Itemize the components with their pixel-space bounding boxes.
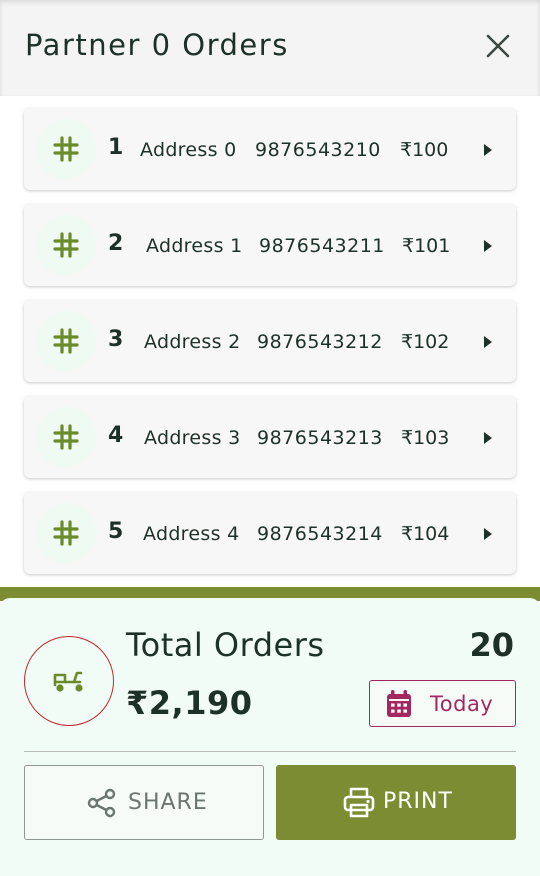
- share-label: SHARE: [128, 790, 208, 815]
- orders-list: 1 Address 0 9876543210 ₹100 2 Address 1 …: [0, 96, 540, 588]
- order-address: Address 2: [144, 331, 241, 353]
- delivery-avatar: [24, 636, 114, 726]
- order-phone: 9876543211: [259, 235, 385, 257]
- order-phone: 9876543210: [255, 139, 381, 161]
- hash-icon: [53, 424, 79, 450]
- order-row[interactable]: 5 Address 4 9876543214 ₹104: [24, 492, 516, 574]
- total-orders-count: 20: [469, 626, 514, 664]
- caret-right-icon[interactable]: [482, 334, 494, 350]
- app-header: Partner 0 Orders: [0, 0, 540, 96]
- divider: [24, 751, 516, 752]
- order-amount: ₹103: [401, 427, 450, 449]
- share-icon: [87, 788, 116, 818]
- share-button[interactable]: SHARE: [24, 765, 264, 840]
- hash-icon-badge: [36, 119, 96, 179]
- close-icon: [486, 34, 510, 58]
- hash-icon-badge: [36, 407, 96, 467]
- hash-icon: [53, 136, 79, 162]
- summary-panel: Total Orders ₹2,190 20 Today SHARE PRINT: [0, 598, 540, 876]
- order-number: 1: [108, 135, 124, 160]
- order-phone: 9876543213: [257, 427, 383, 449]
- hash-icon: [53, 232, 79, 258]
- caret-right-icon[interactable]: [482, 238, 494, 254]
- order-number: 2: [108, 231, 124, 256]
- caret-right-icon[interactable]: [482, 526, 494, 542]
- order-phone: 9876543214: [257, 523, 383, 545]
- total-orders-label: Total Orders: [126, 626, 325, 664]
- order-amount: ₹101: [402, 235, 451, 257]
- caret-right-icon[interactable]: [482, 142, 494, 158]
- order-amount: ₹104: [401, 523, 450, 545]
- hash-icon-badge: [36, 311, 96, 371]
- order-address: Address 3: [144, 427, 241, 449]
- date-filter-label: Today: [430, 692, 494, 716]
- date-filter-button[interactable]: Today: [369, 680, 516, 727]
- order-row[interactable]: 4 Address 3 9876543213 ₹103: [24, 396, 516, 478]
- total-amount: ₹2,190: [126, 684, 253, 722]
- order-address: Address 4: [143, 523, 240, 545]
- print-button[interactable]: PRINT: [276, 765, 516, 840]
- order-phone: 9876543212: [257, 331, 383, 353]
- printer-icon: [343, 787, 375, 818]
- order-address: Address 1: [146, 235, 243, 257]
- hash-icon: [53, 520, 79, 546]
- order-row[interactable]: 1 Address 0 9876543210 ₹100: [24, 108, 516, 190]
- order-row[interactable]: 2 Address 1 9876543211 ₹101: [24, 204, 516, 286]
- hash-icon: [53, 328, 79, 354]
- print-label: PRINT: [383, 789, 453, 814]
- order-number: 4: [108, 423, 124, 448]
- hash-icon-badge: [36, 503, 96, 563]
- order-number: 3: [108, 327, 124, 352]
- order-amount: ₹100: [400, 139, 449, 161]
- close-button[interactable]: [480, 28, 516, 64]
- page-title: Partner 0 Orders: [25, 28, 289, 62]
- order-address: Address 0: [140, 139, 237, 161]
- scooter-icon: [53, 671, 83, 692]
- caret-right-icon[interactable]: [482, 430, 494, 446]
- order-number: 5: [108, 519, 124, 544]
- order-row[interactable]: 3 Address 2 9876543212 ₹102: [24, 300, 516, 382]
- order-amount: ₹102: [401, 331, 450, 353]
- hash-icon-badge: [36, 215, 96, 275]
- calendar-icon: [387, 690, 411, 717]
